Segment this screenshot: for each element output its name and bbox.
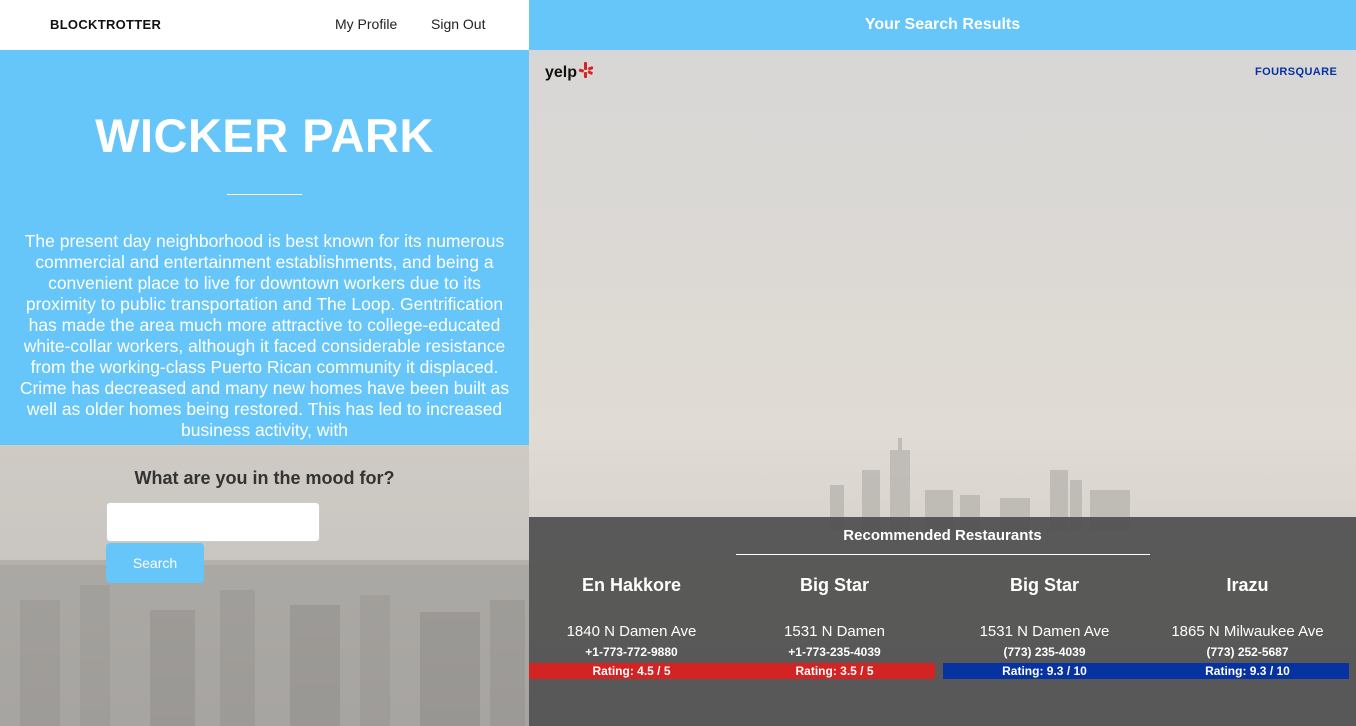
search-results-title: Your Search Results <box>864 16 1021 33</box>
yelp-wordmark: yelp <box>545 64 578 81</box>
my-profile-link[interactable]: My Profile <box>335 16 397 32</box>
restaurant-name[interactable]: Irazu <box>1146 575 1349 597</box>
restaurant-card[interactable]: Big Star 1531 N Damen Ave (773) 235-4039… <box>943 575 1146 679</box>
restaurant-phone: (773) 252-5687 <box>1206 645 1289 659</box>
recommended-restaurants-panel: Recommended Restaurants En Hakkore 1840 … <box>529 517 1356 726</box>
restaurant-card[interactable]: En Hakkore 1840 N Damen Ave +1-773-772-9… <box>529 575 734 679</box>
restaurant-address: 1531 N Damen Ave <box>979 623 1110 640</box>
mood-search-input[interactable] <box>106 502 320 542</box>
neighborhood-panel: WICKER PARK The present day neighborhood… <box>0 50 529 445</box>
recommended-divider <box>736 554 1150 555</box>
restaurant-phone: +1-773-772-9880 <box>585 645 678 659</box>
restaurant-card[interactable]: Irazu 1865 N Milwaukee Ave (773) 252-568… <box>1146 575 1349 679</box>
yelp-logo: yelp <box>545 62 594 82</box>
restaurant-address: 1865 N Milwaukee Ave <box>1171 623 1324 640</box>
brand-logo[interactable]: BLOCKTROTTER <box>50 17 161 32</box>
restaurant-rating: Rating: 4.5 / 5 <box>529 663 734 679</box>
sign-out-link[interactable]: Sign Out <box>431 16 485 32</box>
title-divider <box>227 194 302 195</box>
restaurant-card[interactable]: Big Star 1531 N Damen +1-773-235-4039 Ra… <box>734 575 935 679</box>
search-button[interactable]: Search <box>106 543 204 583</box>
neighborhood-description: The present day neighborhood is best kno… <box>19 231 510 440</box>
restaurant-name[interactable]: En Hakkore <box>529 575 734 597</box>
recommended-title: Recommended Restaurants <box>843 527 1042 544</box>
mood-prompt: What are you in the mood for? <box>134 468 395 488</box>
restaurant-phone: +1-773-235-4039 <box>788 645 881 659</box>
foursquare-logo: FOURSQUARE <box>1255 66 1338 78</box>
restaurant-rating: Rating: 9.3 / 10 <box>1146 663 1349 679</box>
neighborhood-title: WICKER PARK <box>95 109 434 162</box>
restaurant-name[interactable]: Big Star <box>943 575 1146 597</box>
search-results-header: Your Search Results <box>529 0 1356 50</box>
top-navbar: BLOCKTROTTER My Profile Sign Out <box>0 0 529 50</box>
restaurant-name[interactable]: Big Star <box>734 575 935 597</box>
yelp-burst-icon <box>578 62 594 78</box>
restaurant-address: 1531 N Damen <box>784 623 885 640</box>
restaurant-rating: Rating: 3.5 / 5 <box>734 663 935 679</box>
restaurant-phone: (773) 235-4039 <box>1003 645 1086 659</box>
restaurant-rating: Rating: 9.3 / 10 <box>943 663 1146 679</box>
restaurant-address: 1840 N Damen Ave <box>566 623 697 640</box>
